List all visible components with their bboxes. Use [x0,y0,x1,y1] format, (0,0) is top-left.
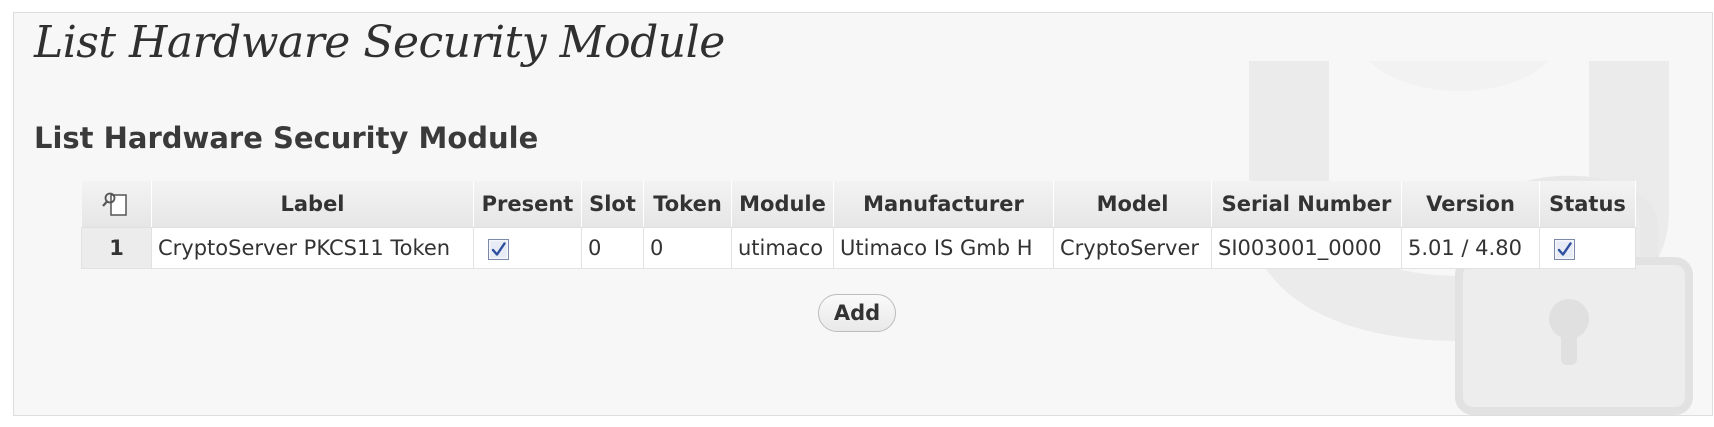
column-header-version[interactable]: Version [1401,181,1540,228]
column-header-slot[interactable]: Slot [581,181,644,228]
add-button[interactable]: Add [818,294,896,332]
column-header-module[interactable]: Module [731,181,834,228]
cell-version: 5.01 / 4.80 [1401,227,1540,269]
row-number: 1 [81,227,152,269]
column-chooser-icon[interactable] [101,189,131,219]
page-title: List Hardware Security Module [34,17,725,68]
column-chooser-header[interactable] [81,181,152,228]
cell-model: CryptoServer [1053,227,1212,269]
cell-present [473,227,582,269]
hsm-table: Label Present Slot Token Module Manufact… [81,181,1636,269]
cell-module: utimaco [731,227,834,269]
cell-status [1539,227,1636,269]
column-header-label[interactable]: Label [151,181,474,228]
column-header-manufacturer[interactable]: Manufacturer [833,181,1054,228]
cell-serial-number: SI003001_0000 [1211,227,1402,269]
cell-label[interactable]: CryptoServer PKCS11 Token [151,227,474,269]
column-header-model[interactable]: Model [1053,181,1212,228]
table-header-row: Label Present Slot Token Module Manufact… [81,181,1636,228]
column-header-present[interactable]: Present [473,181,582,228]
column-header-serial-number[interactable]: Serial Number [1211,181,1402,228]
checkbox-checked-icon [1554,238,1575,260]
section-title: List Hardware Security Module [34,121,539,155]
content-panel: List Hardware Security Module List Hardw… [13,12,1713,416]
table-row[interactable]: 1 CryptoServer PKCS11 Token 0 0 utimaco … [81,227,1636,269]
column-header-token[interactable]: Token [643,181,732,228]
cell-token: 0 [643,227,732,269]
column-header-status[interactable]: Status [1539,181,1636,228]
cell-manufacturer: Utimaco IS Gmb H [833,227,1054,269]
cell-slot: 0 [581,227,644,269]
checkbox-checked-icon [488,238,509,260]
